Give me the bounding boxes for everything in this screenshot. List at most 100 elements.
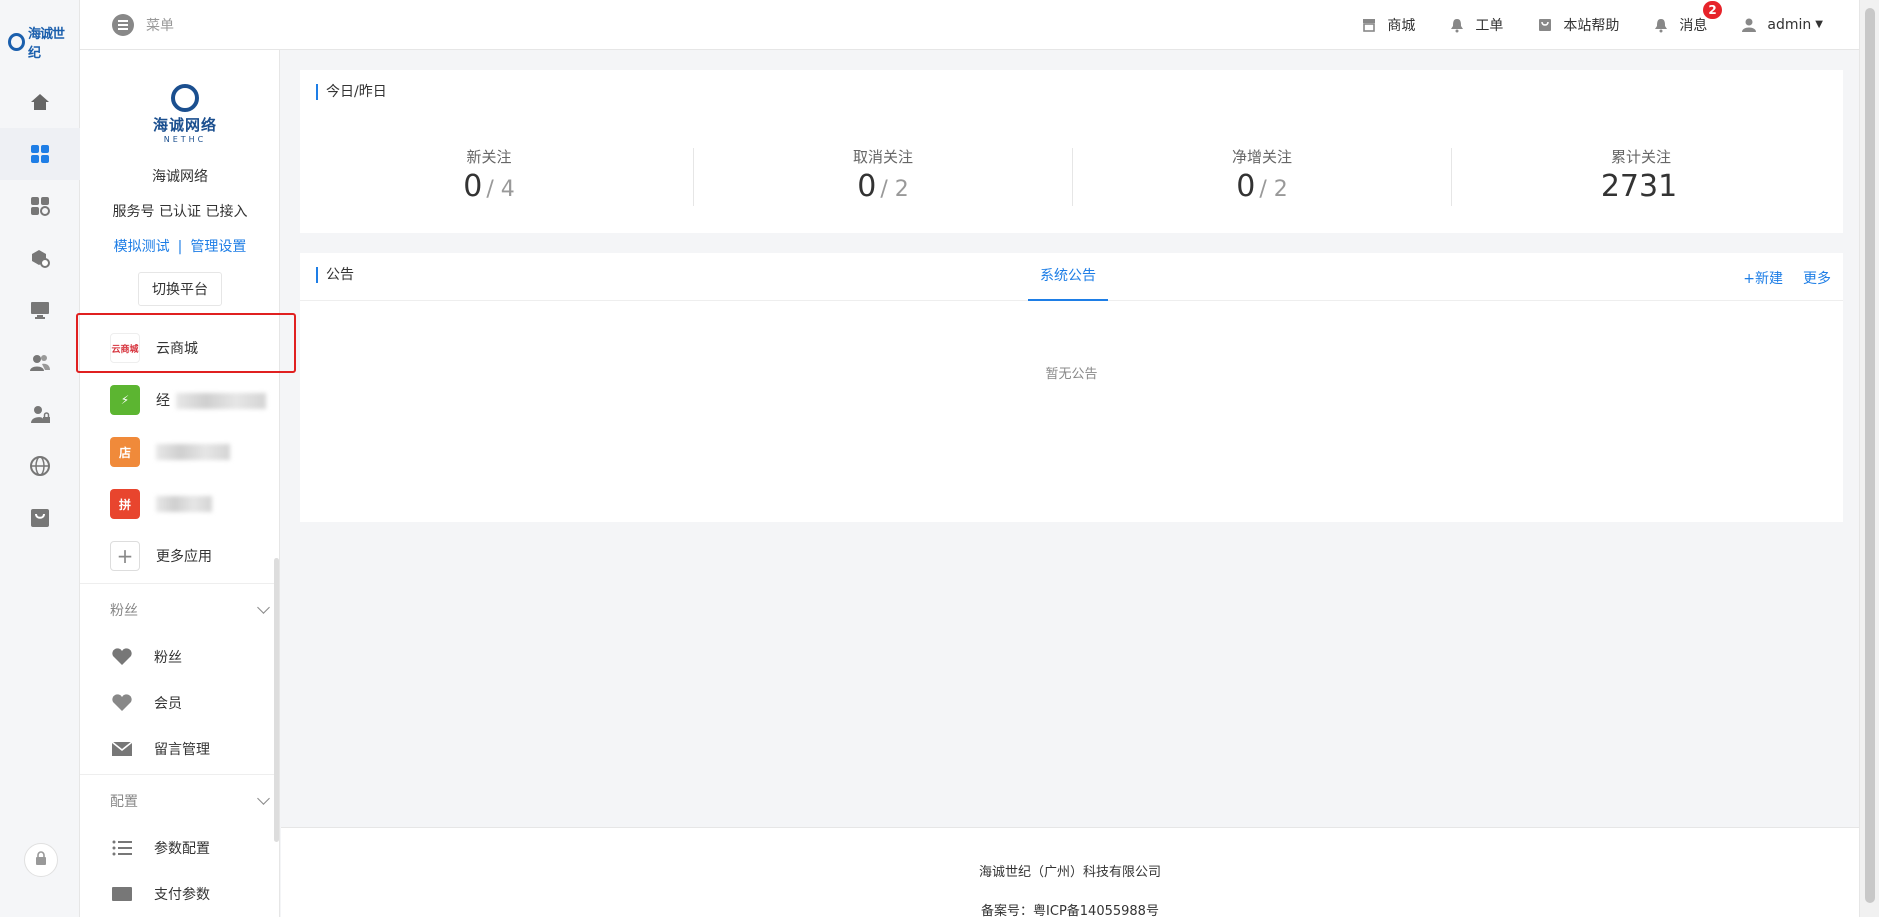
nav-label: 支付参数 [154,887,210,903]
user-lock-icon [29,403,51,425]
tab-system-notice[interactable]: 系统公告 [1028,253,1108,301]
more-notice-link[interactable]: 更多 [1803,268,1831,288]
rail-box-settings[interactable] [0,232,80,284]
app-sidebar: 海诚网络 NETHC 海诚网络 服务号 已认证 已接入 模拟测试 | 管理设置 切换… [80,50,280,917]
app-name: 更多应用 [156,549,212,565]
nav-label: 会员 [154,696,182,712]
notice-card: 公告 系统公告 +新建 更多 暂无公告 [300,253,1843,522]
nav-members[interactable]: 会员 [80,680,279,726]
header-ticket[interactable]: 工单 [1449,15,1503,35]
footer-company: 海诚世纪（广州）科技有限公司 [978,865,1161,880]
menu-label: 菜单 [146,17,174,34]
rail-apps-settings[interactable] [0,180,80,232]
left-rail: 海诚世纪 [0,0,80,917]
group-title: 粉丝 [110,602,138,619]
header-actions: 商城 工单 本站帮助 消息 2 admin ▼ [1327,0,1823,35]
list-icon [110,839,134,857]
stat-unfollow: 取消关注 0/ 2 [694,146,1072,204]
header-help[interactable]: 本站帮助 [1537,15,1619,35]
link-separator: | [177,239,183,255]
footer-icp[interactable]: 备案号：粤ICP备14055988号 [281,900,1859,917]
simulate-test-link[interactable]: 模拟测试 [114,239,170,255]
rail-globe[interactable] [0,440,80,492]
group-fans[interactable]: 粉丝 [80,583,279,635]
stat-value: 2731 [1600,169,1678,204]
main-content: 今日/昨日 新关注 0/ 4 取消关注 0/ 2 净增关注 0/ 2 累计关注 … [281,50,1859,917]
logo-ring-icon [171,84,199,112]
nav-messages[interactable]: 留言管理 [80,726,279,772]
account-type: 服务号 已认证 已接入 [112,204,248,220]
app-item-more[interactable]: + 更多应用 [80,530,279,582]
users-icon [29,351,51,373]
shop-icon [29,507,51,529]
user-menu[interactable]: admin ▼ [1741,17,1823,33]
home-icon [29,91,51,113]
stat-total-follow: 累计关注 2731 [1452,146,1830,204]
app-name: 云商城 [156,341,198,357]
sidebar-scrollbar[interactable] [274,558,279,842]
account-logo: 海诚网络 NETHC [150,84,220,144]
header-help-label: 本站帮助 [1563,17,1620,34]
logo-text: 海诚世纪 [28,27,65,61]
nav-pay-params[interactable]: 支付参数 [80,871,279,917]
notice-title: 公告 [316,267,354,283]
group-config[interactable]: 配置 [80,774,279,826]
brand-logo[interactable]: 海诚世纪 [8,27,72,61]
stat-value: 0/ 4 [463,169,515,204]
app-name [156,444,230,460]
stat-value: 0/ 2 [1236,169,1288,204]
app-item-4[interactable]: 拼 [80,478,279,530]
app-item-3[interactable]: 店 [80,426,279,478]
footer: 海诚世纪（广州）科技有限公司 备案号：粤ICP备14055988号 [281,827,1859,917]
nav-label: 粉丝 [154,650,182,666]
notice-actions: +新建 更多 [1743,268,1831,288]
stats-card: 今日/昨日 新关注 0/ 4 取消关注 0/ 2 净增关注 0/ 2 累计关注 … [300,70,1843,233]
heart-tag-icon [110,647,134,667]
user-icon [1741,17,1757,33]
app-name [156,496,212,512]
top-header: 菜单 商城 工单 本站帮助 消息 2 admin ▼ [80,0,1859,50]
user-name: admin [1767,16,1812,33]
rail-dashboard[interactable] [0,128,80,180]
rail-monitor[interactable] [0,284,80,336]
stat-new-follow: 新关注 0/ 4 [300,146,678,204]
stat-label: 净增关注 [1231,148,1292,166]
header-store[interactable]: 商城 [1361,15,1415,35]
lock-screen-button[interactable] [24,843,58,877]
rail-user-lock[interactable] [0,388,80,440]
notice-tabs: 公告 系统公告 +新建 更多 [300,253,1843,301]
switch-platform-button[interactable]: 切换平台 [138,272,222,306]
stat-label: 累计关注 [1610,148,1671,166]
nav-params[interactable]: 参数配置 [80,825,279,871]
storefront-icon: 店 [110,437,140,467]
app-item-2[interactable]: ⚡ 经 [80,374,279,426]
account-links: 模拟测试 | 管理设置 [80,236,279,256]
page-scrollbar[interactable] [1859,0,1879,917]
logo-brand: 海诚网络 [152,116,217,134]
rail-home[interactable] [0,76,80,128]
stat-label: 取消关注 [852,148,913,166]
bell-icon [1653,17,1669,33]
header-messages[interactable]: 消息 2 [1653,0,1722,35]
blurred-text [156,444,230,460]
app-item-cloud-mall[interactable]: 云商城 云商城 [80,322,279,374]
store-icon [1361,17,1377,33]
new-notice-button[interactable]: +新建 [1743,268,1783,288]
chevron-down-icon [257,792,270,805]
nav-fans[interactable]: 粉丝 [80,634,279,680]
rail-users[interactable] [0,336,80,388]
scrollbar-thumb[interactable] [1865,8,1875,903]
blurred-text [156,496,212,512]
manage-settings-link[interactable]: 管理设置 [190,239,246,255]
chevron-down-icon [257,601,270,614]
rail-shop[interactable] [0,492,80,544]
lock-icon [33,850,49,870]
cloud-mall-icon: 云商城 [110,333,140,363]
caret-down-icon: ▼ [1815,19,1823,30]
card-icon [110,885,134,903]
message-badge: 2 [1703,0,1722,19]
plus-icon: + [110,541,140,571]
mail-icon [110,740,134,758]
menu-toggle[interactable]: 菜单 [112,13,174,36]
group-buy-icon: 拼 [110,489,140,519]
